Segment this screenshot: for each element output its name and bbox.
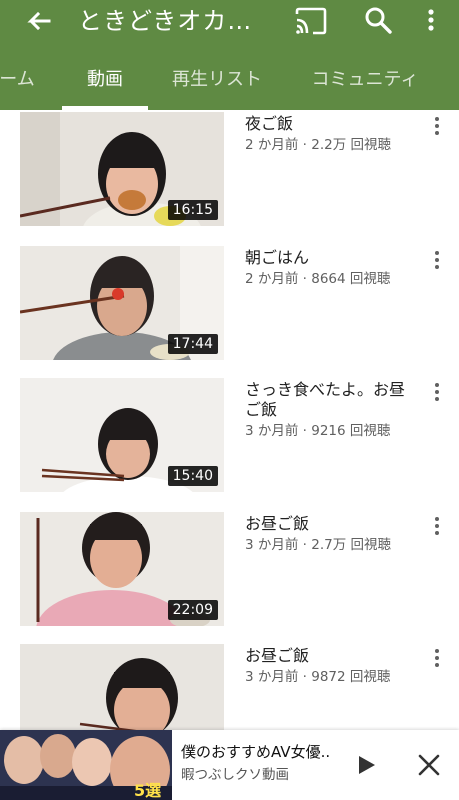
video-meta: 3 か月前 · 2.7万 回視聴	[245, 537, 392, 553]
video-list: 16:15 夜ご飯 2 か月前 · 2.2万 回視聴 17:44 朝ごはん 2 …	[0, 110, 459, 800]
channel-title: ときどきオカ…	[78, 7, 253, 35]
tab-community[interactable]: コミュニティ	[300, 60, 430, 110]
app-bar: ときどきオカ… ーム 動画 再生リスト コミュニティ	[0, 0, 459, 110]
video-item[interactable]: 16:15 夜ご飯 2 か月前 · 2.2万 回視聴	[0, 112, 459, 232]
tab-videos[interactable]: 動画	[62, 60, 148, 110]
video-title[interactable]: 朝ごはん	[245, 248, 415, 268]
video-meta: 2 か月前 · 8664 回視聴	[245, 271, 391, 287]
video-thumbnail[interactable]: 17:44	[20, 246, 224, 360]
more-vert-icon[interactable]	[428, 380, 446, 406]
tab-home[interactable]: ーム	[0, 60, 40, 110]
video-title[interactable]: 夜ご飯	[245, 114, 415, 134]
mini-player[interactable]: 5選 僕のおすすめAV女優.. 暇つぶしクソ動画	[0, 730, 459, 800]
tab-playlists[interactable]: 再生リスト	[160, 60, 274, 110]
mini-player-channel: 暇つぶしクソ動画	[181, 767, 289, 783]
ad-image-text: 5選	[134, 781, 161, 800]
back-arrow-icon[interactable]	[22, 6, 54, 38]
video-duration: 17:44	[167, 334, 218, 354]
more-vert-icon[interactable]	[428, 646, 446, 672]
video-title[interactable]: お昼ご飯	[245, 514, 415, 534]
video-meta: 2 か月前 · 2.2万 回視聴	[245, 137, 392, 153]
video-item[interactable]: 15:40 さっき食べたよ。お昼ご飯 3 か月前 · 9216 回視聴	[0, 378, 459, 498]
video-duration: 15:40	[167, 466, 218, 486]
video-item[interactable]: 17:44 朝ごはん 2 か月前 · 8664 回視聴	[0, 246, 459, 366]
play-icon[interactable]	[354, 752, 378, 778]
mini-player-title[interactable]: 僕のおすすめAV女優..	[181, 742, 341, 762]
video-duration: 22:09	[167, 600, 218, 620]
video-title[interactable]: お昼ご飯	[245, 646, 415, 666]
video-thumbnail[interactable]: 15:40	[20, 378, 224, 492]
video-title[interactable]: さっき食べたよ。お昼ご飯	[245, 380, 415, 420]
video-thumbnail[interactable]: 22:09	[20, 512, 224, 626]
mini-player-thumbnail[interactable]: 5選	[0, 730, 172, 800]
search-icon[interactable]	[362, 4, 394, 36]
more-vert-icon[interactable]	[420, 4, 442, 36]
more-vert-icon[interactable]	[428, 248, 446, 274]
video-meta: 3 か月前 · 9872 回視聴	[245, 669, 391, 685]
video-duration: 16:15	[167, 200, 218, 220]
close-icon[interactable]	[416, 752, 442, 778]
channel-tabs: ーム 動画 再生リスト コミュニティ	[0, 60, 459, 110]
video-thumbnail[interactable]: 16:15	[20, 112, 224, 226]
cast-icon[interactable]	[294, 6, 328, 36]
more-vert-icon[interactable]	[428, 114, 446, 140]
video-meta: 3 か月前 · 9216 回視聴	[245, 423, 391, 439]
more-vert-icon[interactable]	[428, 514, 446, 540]
top-toolbar: ときどきオカ…	[0, 0, 459, 44]
video-item[interactable]: 22:09 お昼ご飯 3 か月前 · 2.7万 回視聴	[0, 512, 459, 632]
